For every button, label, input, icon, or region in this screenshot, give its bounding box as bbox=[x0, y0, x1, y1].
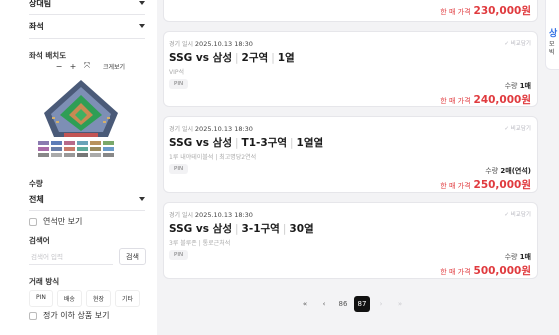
listing-title: SSG vs 삼성 | T1-3구역 | 1열열 bbox=[169, 137, 324, 149]
prev-page-button[interactable]: ‹ bbox=[316, 296, 332, 312]
method-chip-delivery[interactable]: 배송 bbox=[56, 290, 82, 307]
method-chip-other[interactable]: 기타 bbox=[114, 290, 141, 307]
method-chip-onsite[interactable]: 현장 bbox=[85, 290, 111, 307]
trade-method-options: PIN 배송 현장 기타 bbox=[29, 290, 141, 307]
quantity-select[interactable]: 전체 bbox=[29, 189, 145, 209]
below-price-checkbox[interactable]: 정가 이하 상품 보기 bbox=[29, 310, 110, 321]
method-chip-pin[interactable]: PIN bbox=[29, 290, 53, 307]
seat-description: VIP석 bbox=[169, 69, 185, 76]
listing-card[interactable]: 경기 일시 2025.10.13 18:30 ✓ 비교담기 SSG vs 삼성 |… bbox=[163, 31, 538, 107]
trade-method-label: 거래 방식 bbox=[29, 277, 60, 286]
game-date: 경기 일시 2025.10.13 18:30 bbox=[169, 125, 253, 133]
consecutive-only-checkbox[interactable]: 연석만 보기 bbox=[29, 216, 82, 227]
listing-quantity: 수량 1매 bbox=[504, 82, 531, 90]
listing-title: SSG vs 삼성 | 3-1구역 | 30열 bbox=[169, 223, 314, 235]
side-panel-text: 상 bbox=[549, 29, 558, 39]
filter-sidebar: 상대팀 좌석 좌석 배치도 − + ⤧ 크게보기 수량 전체 연석만 보기 검색… bbox=[0, 0, 157, 335]
large-view-button[interactable]: 크게보기 bbox=[103, 62, 125, 71]
chevron-down-icon bbox=[139, 24, 145, 28]
trade-method-badge: PIN bbox=[169, 164, 189, 174]
side-panel-text: 빅 bbox=[549, 49, 555, 56]
game-date: 경기 일시 2025.10.13 18:30 bbox=[169, 211, 253, 219]
quantity-label: 수량 bbox=[29, 179, 43, 188]
listing-quantity: 수량 2매(연석) bbox=[485, 167, 531, 175]
checkbox-icon[interactable] bbox=[29, 217, 37, 226]
seat-select-label: 좌석 bbox=[29, 21, 44, 31]
divider bbox=[29, 210, 145, 211]
seatmap-zoom-controls: − + ⤧ 크게보기 bbox=[55, 61, 125, 71]
divider bbox=[29, 38, 145, 39]
seat-description: 1루 내야테이블석 | 최고명당2연석 bbox=[169, 154, 257, 161]
divider bbox=[29, 14, 145, 15]
pagination: « ‹ 86 87 › » bbox=[297, 296, 408, 312]
opponent-select[interactable]: 상대팀 bbox=[29, 0, 145, 13]
trade-method-badge: PIN bbox=[169, 250, 189, 260]
compare-toggle[interactable]: ✓ 비교담기 bbox=[504, 210, 531, 218]
game-date: 경기 일시 2025.10.13 18:30 bbox=[169, 40, 253, 48]
search-label: 검색어 bbox=[29, 236, 50, 245]
floating-side-panel[interactable]: 상 모 빅 bbox=[545, 0, 559, 70]
listing-card[interactable]: 경기 일시 2025.10.13 18:30 ✓ 비교담기 SSG vs 삼성 |… bbox=[163, 202, 538, 279]
seat-select[interactable]: 좌석 bbox=[29, 16, 145, 36]
page-86-button[interactable]: 86 bbox=[335, 296, 351, 312]
chevron-down-icon bbox=[139, 1, 145, 5]
search-input[interactable]: 검색어 입력 bbox=[29, 248, 113, 265]
compare-toggle[interactable]: ✓ 비교담기 bbox=[504, 39, 531, 47]
zoom-in-button[interactable]: + bbox=[69, 62, 77, 71]
consecutive-only-label: 연석만 보기 bbox=[43, 217, 83, 226]
seat-layout-label: 좌석 배치도 bbox=[29, 51, 67, 60]
search-button[interactable]: 검색 bbox=[119, 248, 146, 265]
listing-quantity: 수량 1매 bbox=[504, 253, 531, 261]
first-page-button[interactable]: « bbox=[297, 296, 313, 312]
last-page-button[interactable]: » bbox=[392, 296, 408, 312]
below-price-label: 정가 이하 상품 보기 bbox=[43, 311, 110, 320]
trade-method-badge: PIN bbox=[169, 79, 189, 89]
listing-price: 한 매 가격 250,000원 bbox=[440, 179, 531, 191]
checkbox-icon[interactable] bbox=[29, 311, 37, 320]
listing-price: 한 매 가격 240,000원 bbox=[440, 94, 531, 106]
listing-card[interactable]: 한 매 가격 230,000원 bbox=[163, 0, 538, 22]
listing-price: 한 매 가격 230,000원 bbox=[440, 5, 531, 17]
compare-toggle[interactable]: ✓ 비교담기 bbox=[504, 124, 531, 132]
quantity-select-value: 전체 bbox=[29, 194, 44, 204]
zoom-reset-button[interactable]: ⤧ bbox=[83, 61, 91, 71]
chevron-down-icon bbox=[139, 197, 145, 201]
stadium-seatmap[interactable] bbox=[36, 75, 126, 165]
seat-description: 3루 블루존 | 통로근처석 bbox=[169, 240, 231, 247]
opponent-select-label: 상대팀 bbox=[29, 0, 52, 8]
page-87-button[interactable]: 87 bbox=[354, 296, 370, 312]
zoom-out-button[interactable]: − bbox=[55, 62, 63, 71]
listing-price: 한 매 가격 500,000원 bbox=[440, 265, 531, 277]
next-page-button[interactable]: › bbox=[373, 296, 389, 312]
listing-area: 한 매 가격 230,000원 경기 일시 2025.10.13 18:30 ✓ … bbox=[157, 0, 542, 335]
listing-title: SSG vs 삼성 | 2구역 | 1열 bbox=[169, 52, 295, 64]
listing-card[interactable]: 경기 일시 2025.10.13 18:30 ✓ 비교담기 SSG vs 삼성 |… bbox=[163, 116, 538, 193]
